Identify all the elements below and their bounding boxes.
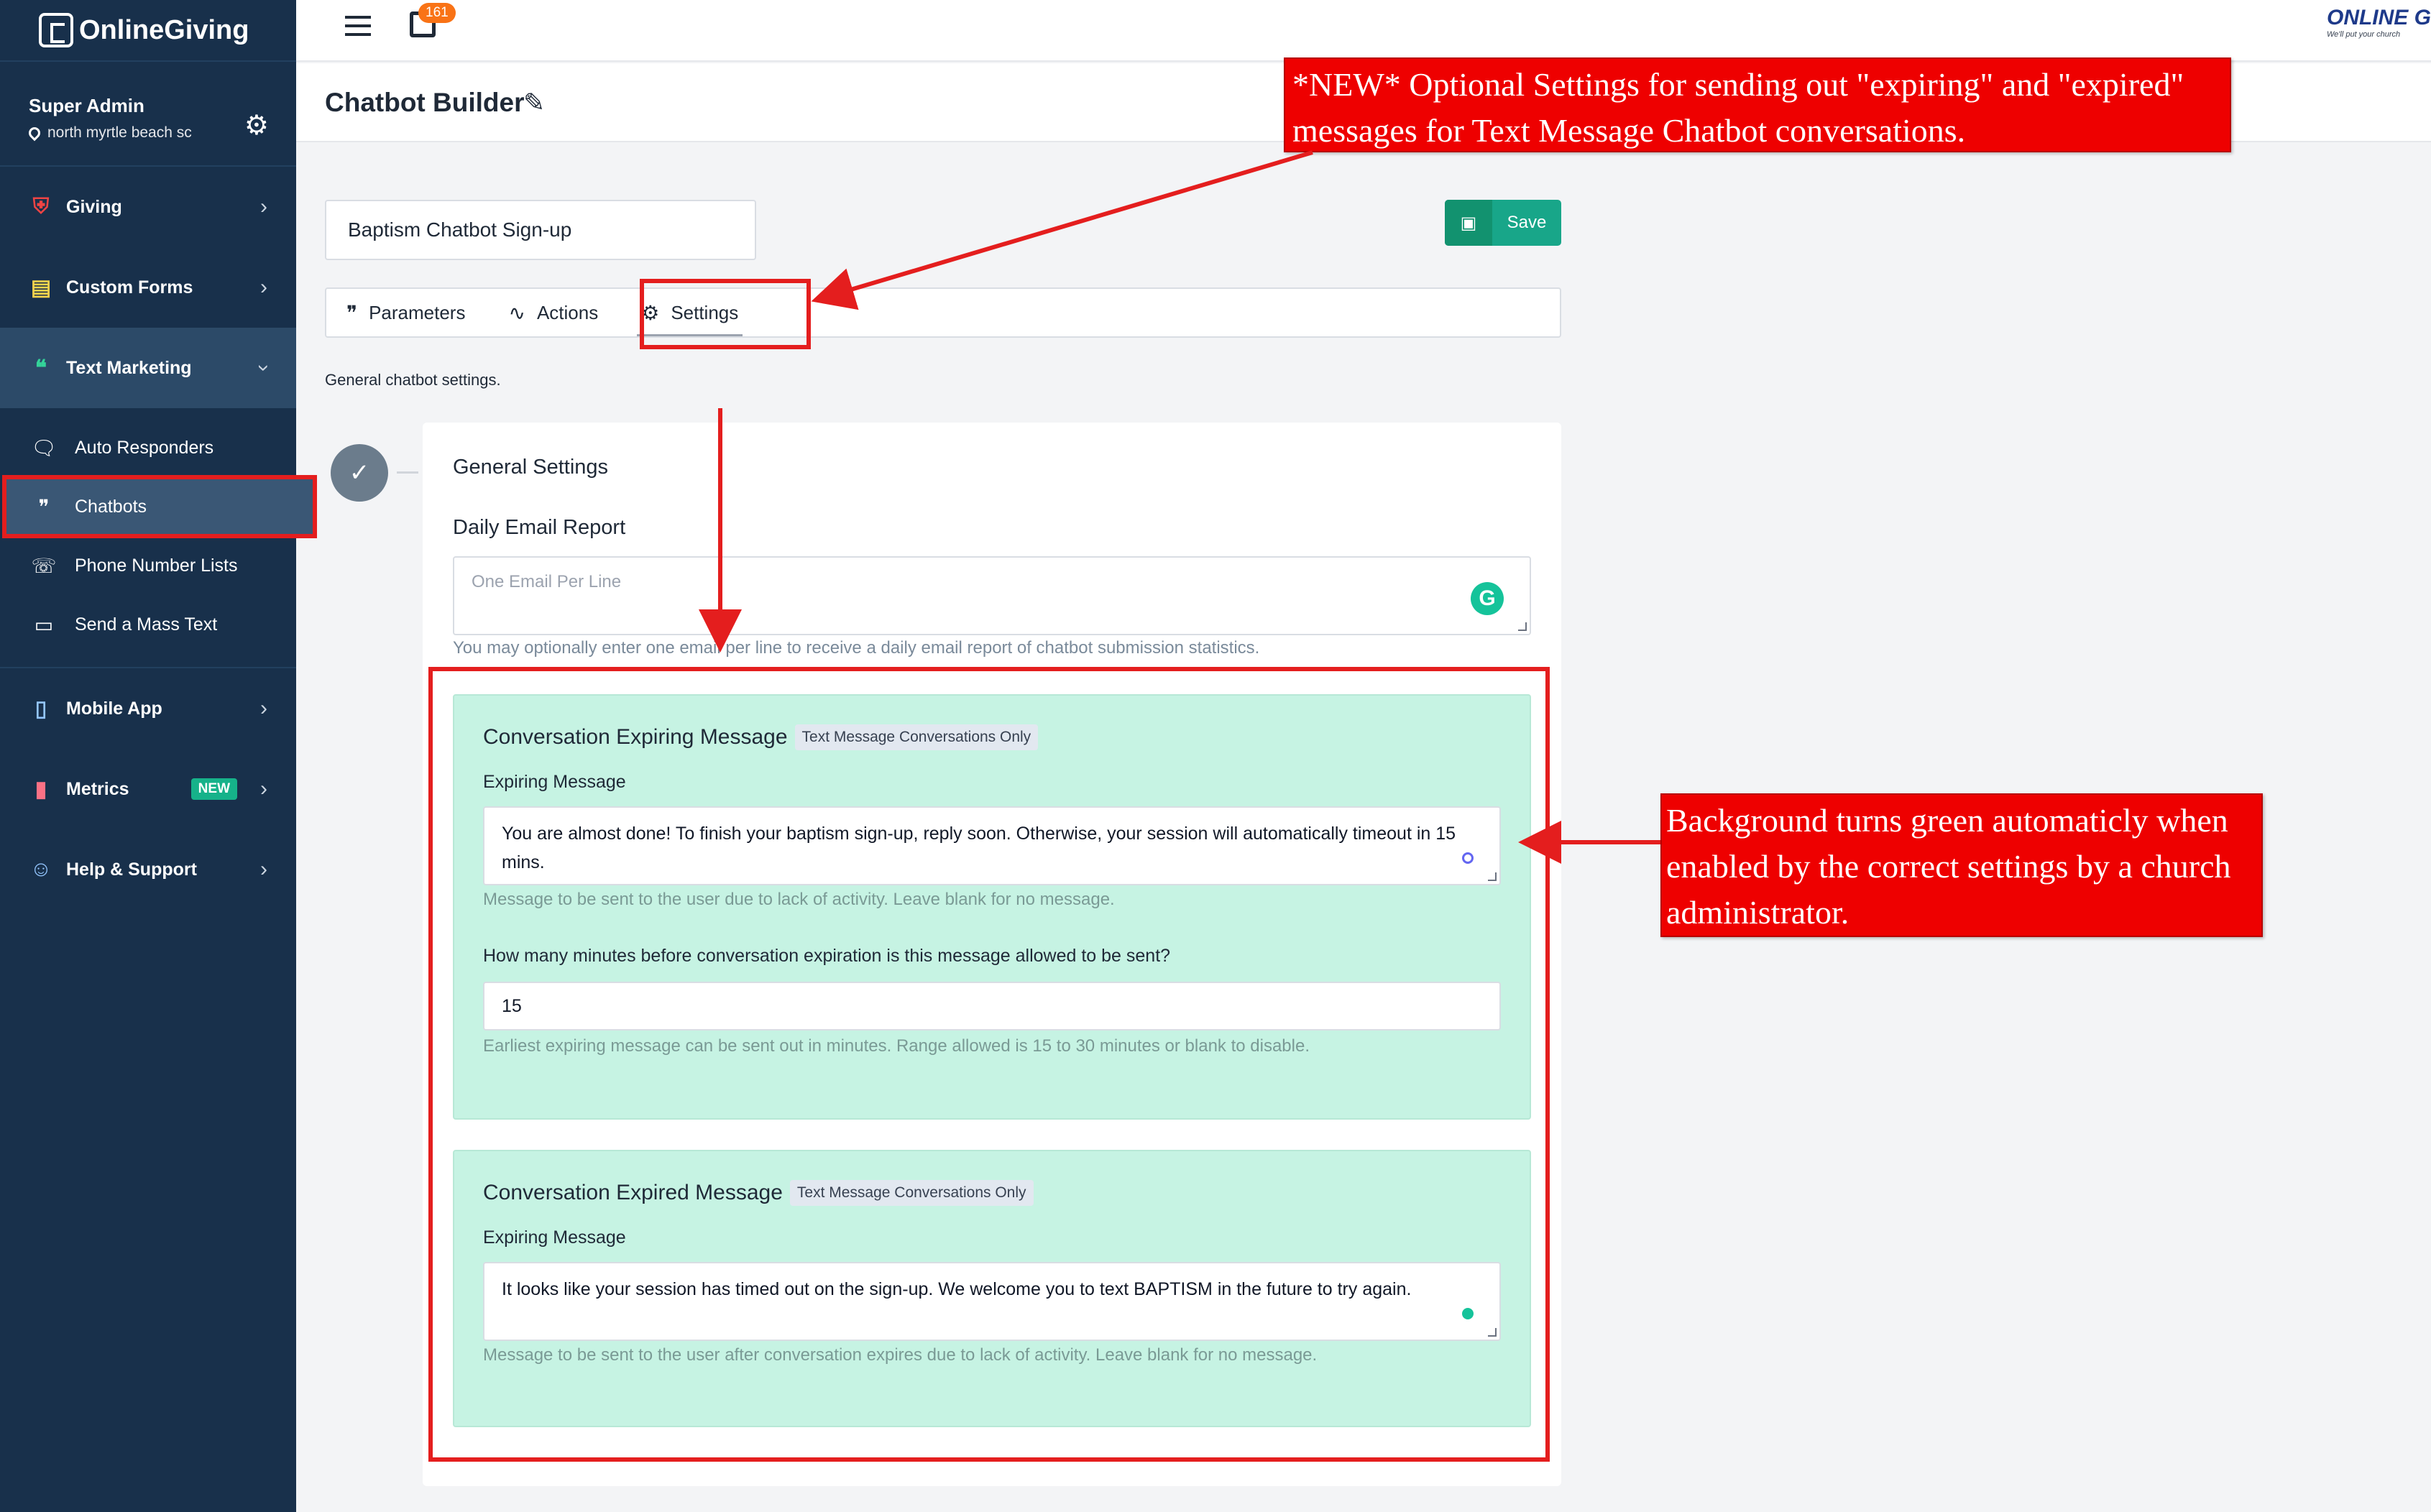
annotation-arrows bbox=[699, 150, 1660, 864]
arrow-to-settings-tab bbox=[811, 150, 1313, 310]
